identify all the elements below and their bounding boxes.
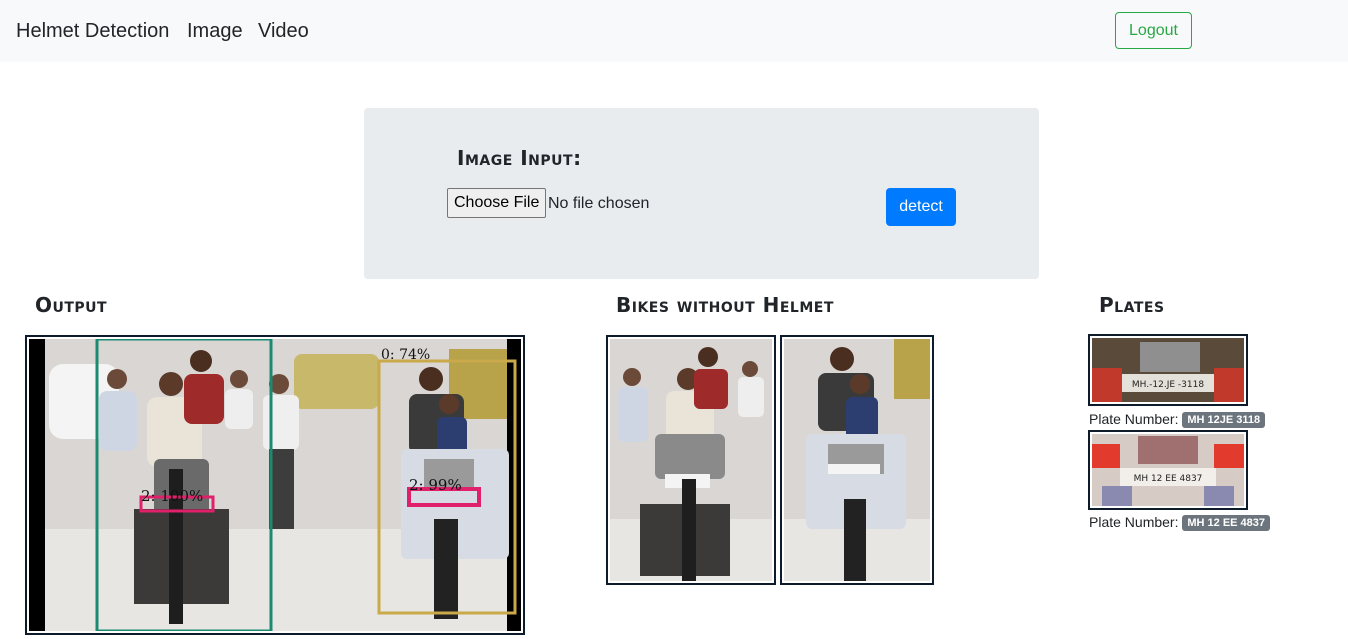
brand-link[interactable]: Helmet Detection [16,20,169,43]
rickshaw-shape [294,354,379,409]
plate-image-1-frame: MH.-12.JE -3118 [1088,334,1248,406]
plate-number-line: Plate Number: MH 12 EE 4837 [1089,514,1271,531]
bikes-title: Bikes without Helmet [616,293,834,317]
bike-image-2 [784,339,930,581]
nav-link-video[interactable]: Video [258,20,309,43]
plate-image-2-frame: MH 12 EE 4837 [1088,430,1248,510]
output-image-frame: 2: 100% 0: 74% 2: 99% [25,335,525,635]
plate-number-label: Plate Number: [1089,514,1179,530]
image-input-panel: Image Input: Choose File No file chosen … [364,108,1039,279]
navbar: Helmet Detection Image Video Logout [0,0,1348,62]
output-image: 2: 100% 0: 74% 2: 99% [29,339,521,631]
bike-image-1 [610,339,772,581]
plate-image-2: MH 12 EE 4837 [1092,434,1244,506]
detection-label: 2: 99% [409,476,462,494]
choose-file-button[interactable]: Choose File [447,188,547,218]
output-title: Output [35,293,108,317]
bike-image-1-frame [606,335,776,585]
plate-number-label: Plate Number: [1089,411,1179,427]
detection-label: 2: 100% [141,487,203,505]
plate-number-line: Plate Number: MH 12JE 3118 [1089,411,1266,428]
logout-button[interactable]: Logout [1115,12,1192,49]
plate-image-text: MH 12 EE 4837 [1134,474,1203,484]
plates-title: Plates [1099,293,1165,317]
detection-label: 0: 74% [381,347,430,363]
detect-button[interactable]: detect [886,188,956,226]
plate-number-badge: MH 12JE 3118 [1182,412,1266,428]
plate-image-1: MH.-12.JE -3118 [1092,338,1244,402]
image-input-title: Image Input: [457,146,582,170]
file-status-text: No file chosen [548,195,650,212]
plate-number-badge: MH 12 EE 4837 [1182,515,1271,531]
bike-image-2-frame [780,335,934,585]
plate-image-text: MH.-12.JE -3118 [1132,380,1204,390]
nav-link-image[interactable]: Image [187,20,243,43]
